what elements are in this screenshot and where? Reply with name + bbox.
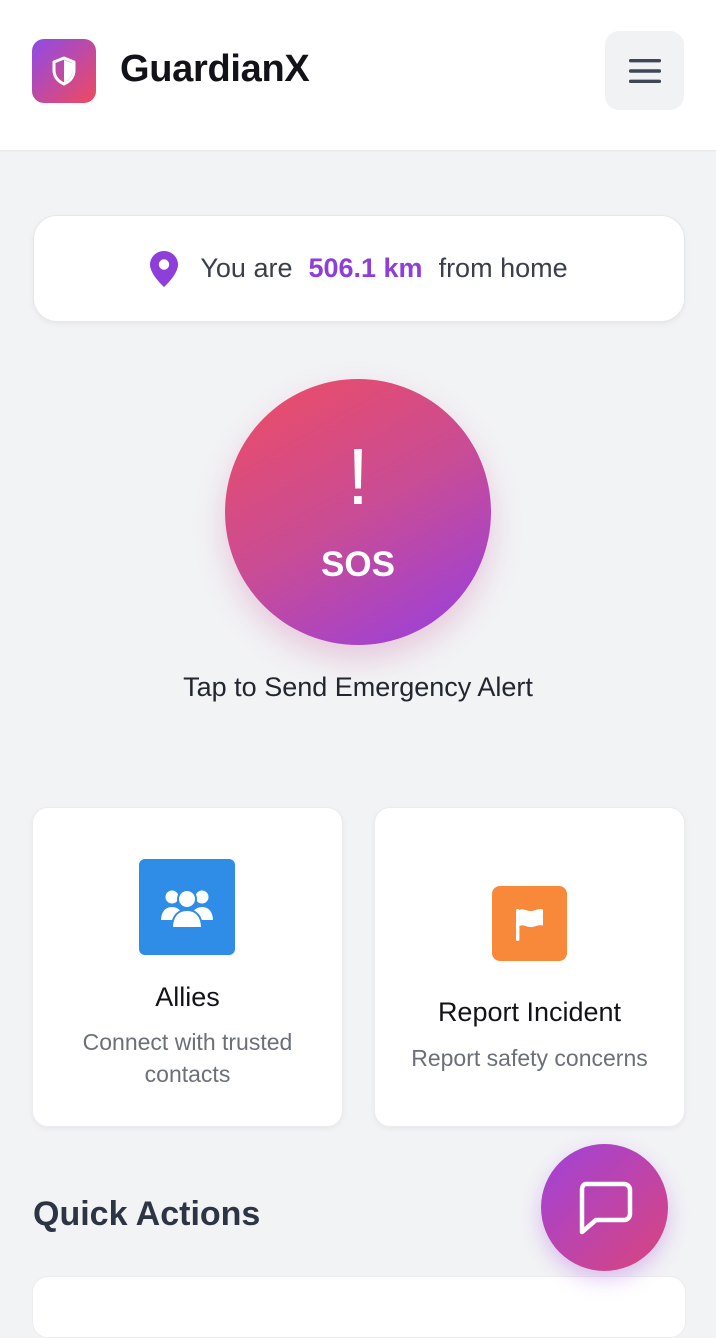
distance-prefix: You are [200, 253, 293, 283]
quick-actions-heading: Quick Actions [33, 1195, 261, 1233]
sos-label: SOS [321, 545, 395, 584]
quick-actions-card[interactable] [32, 1276, 686, 1338]
exclamation-icon: ! [346, 432, 370, 521]
shield-logo-icon [32, 39, 96, 103]
sos-caption: Tap to Send Emergency Alert [183, 672, 533, 702]
distance-value: 506.1 km [308, 253, 423, 283]
sos-button[interactable]: ! SOS [225, 379, 491, 645]
app-title: GuardianX [120, 48, 310, 90]
chat-button[interactable] [541, 1144, 668, 1271]
menu-button[interactable] [605, 31, 684, 110]
report-incident-description: Report safety concerns [411, 1045, 648, 1071]
location-pin-icon [150, 250, 179, 287]
report-incident-card[interactable]: Report Incident Report safety concerns [374, 807, 685, 1127]
chat-bubble-icon [579, 1181, 632, 1234]
report-incident-title: Report Incident [437, 997, 622, 1027]
users-icon [139, 859, 235, 955]
flag-icon [492, 886, 567, 961]
allies-description: Connect with trusted contacts [82, 1029, 293, 1087]
distance-suffix: from home [438, 253, 568, 283]
hamburger-icon [628, 58, 661, 83]
app-header: GuardianX [0, 0, 716, 150]
distance-from-home-card: You are 506.1 km from home [33, 215, 685, 322]
allies-title: Allies [155, 982, 220, 1012]
allies-card[interactable]: Allies Connect with trusted contacts [32, 807, 343, 1127]
